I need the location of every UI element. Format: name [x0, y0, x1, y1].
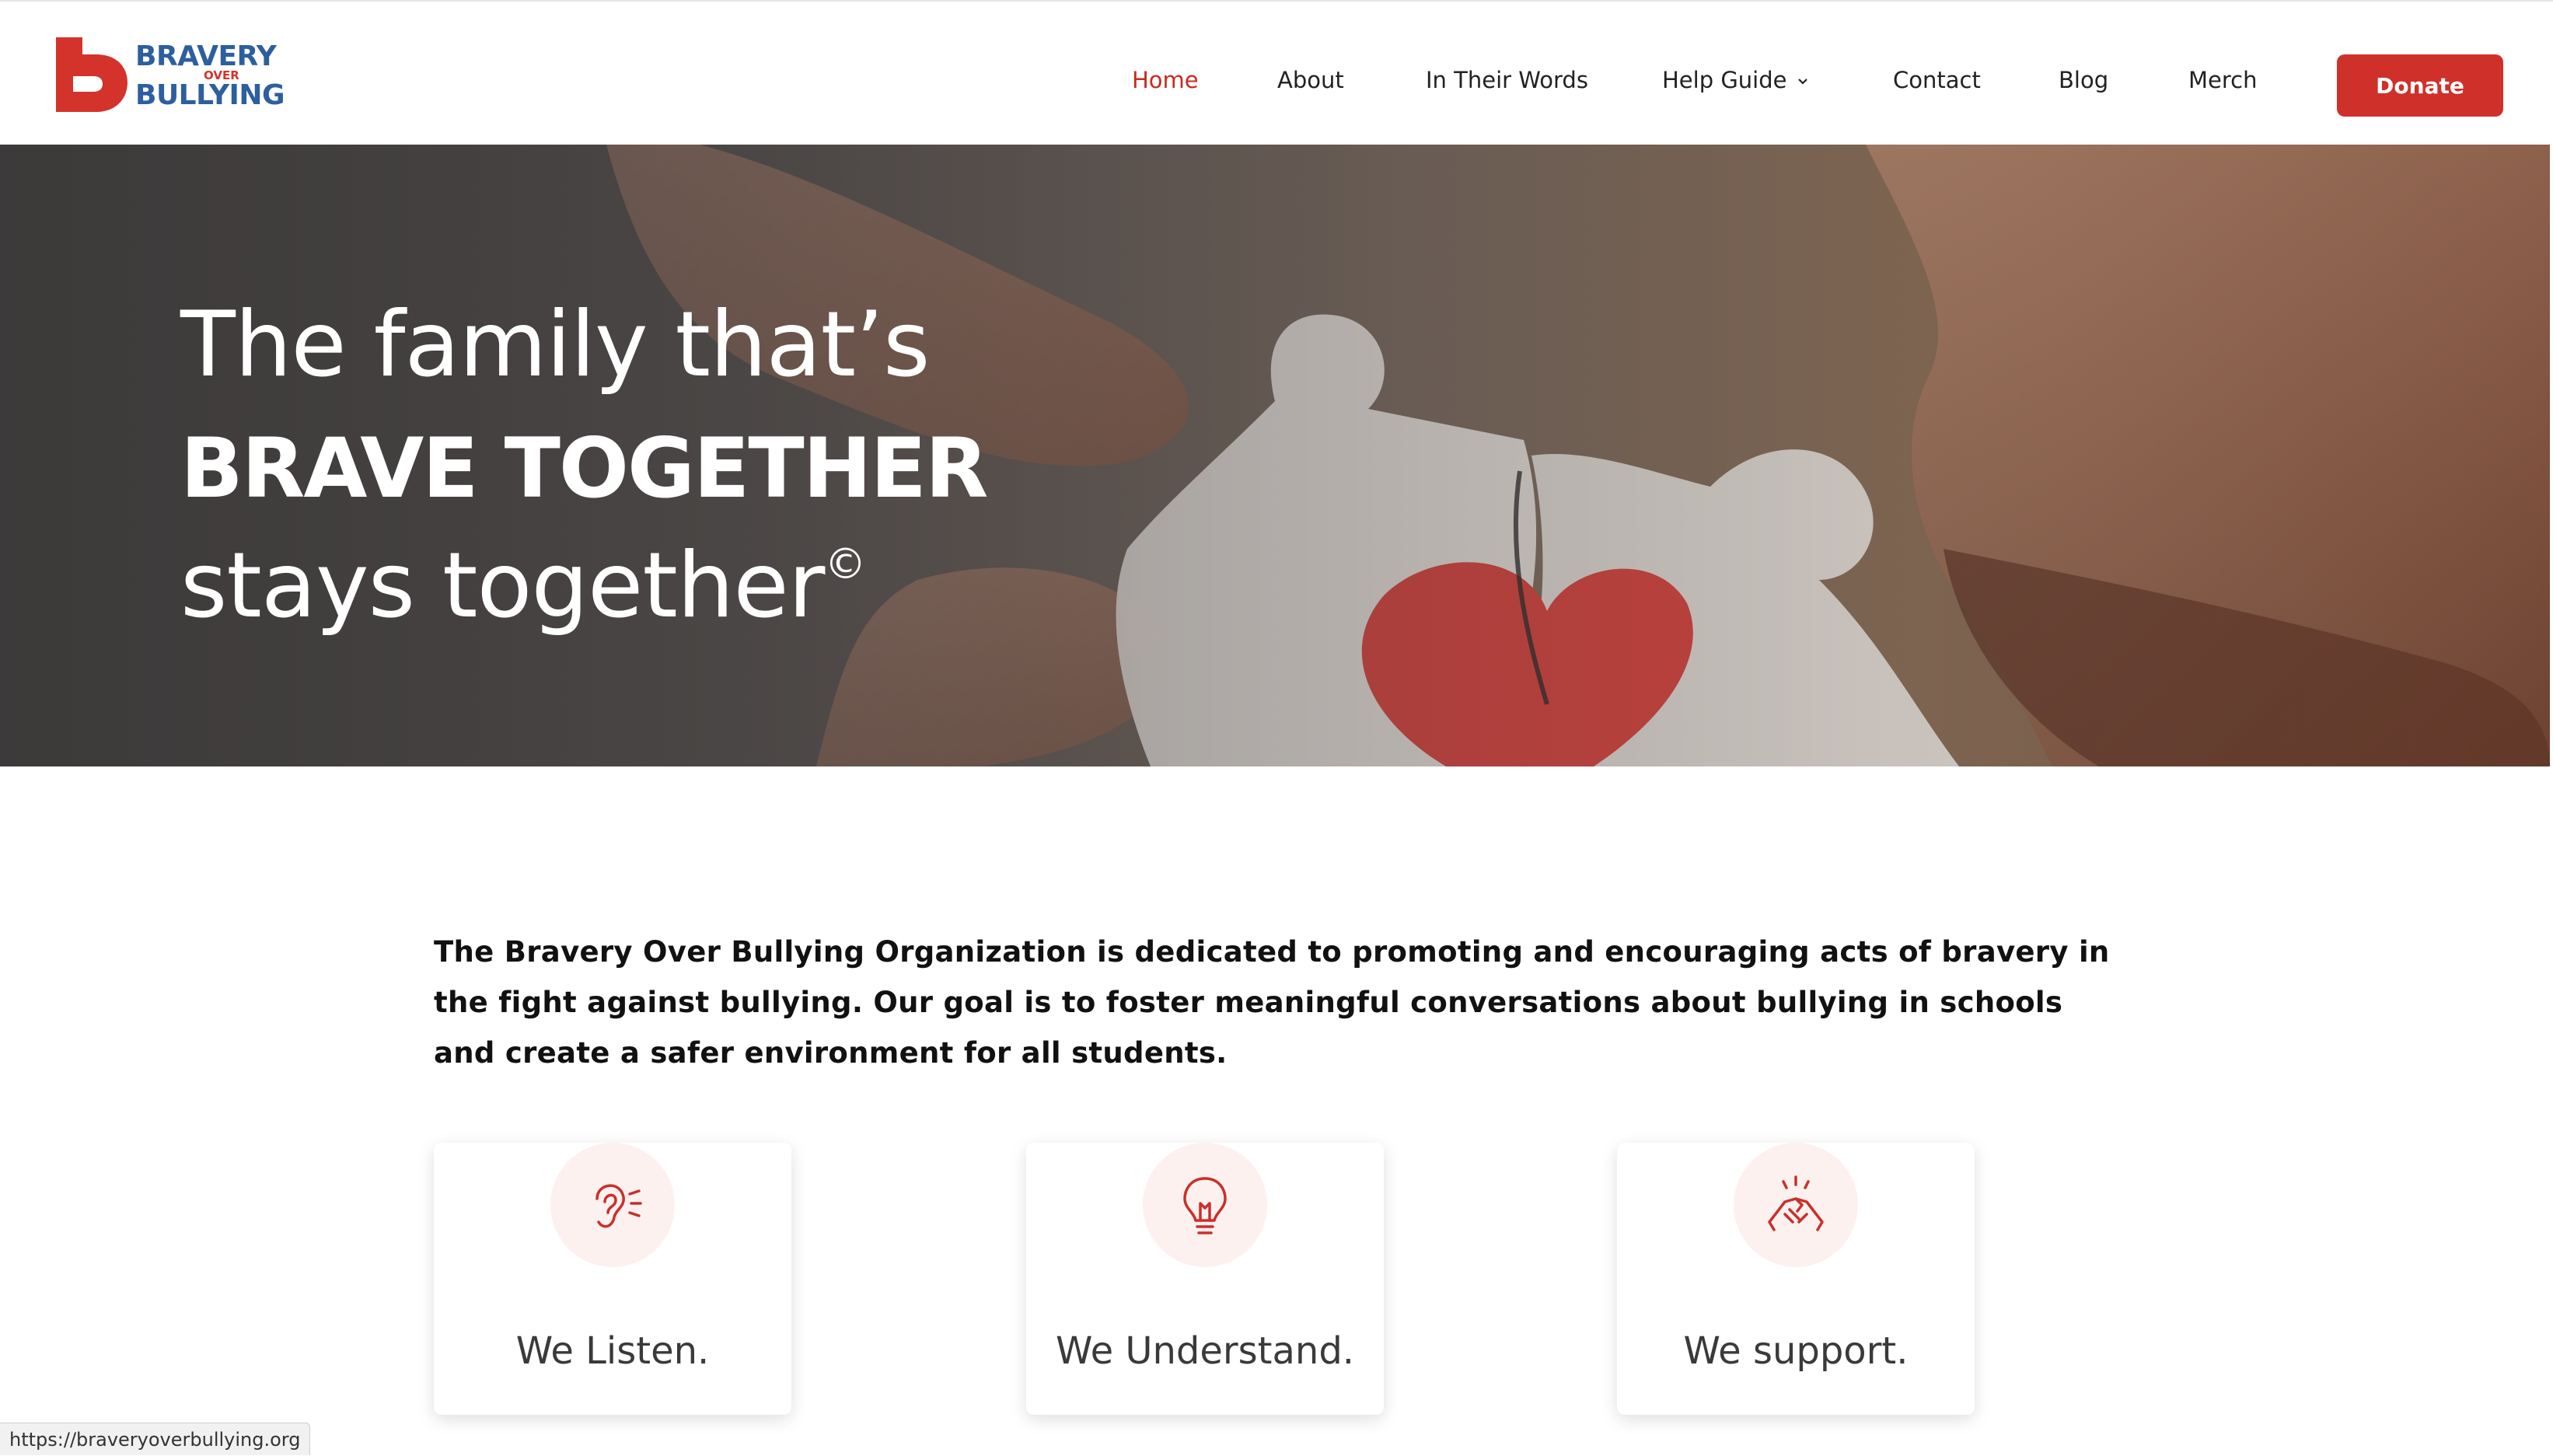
ear-icon [595, 1184, 642, 1228]
nav-contact[interactable]: Contact [1893, 67, 1981, 93]
card-we-listen: We Listen. [434, 1143, 791, 1415]
chevron-down-icon [1797, 79, 1807, 85]
hero-line-3: stays together© [180, 533, 866, 638]
nav-in-their-words[interactable]: In Their Words [1426, 67, 1588, 93]
hero-line-1: The family that’s [180, 292, 930, 397]
hero-line-3-text: stays together [180, 533, 825, 638]
hero-banner: The family that’s BRAVE TOGETHER stays t… [0, 145, 2550, 766]
card-we-support: We support. [1617, 1143, 1975, 1415]
nav-blog[interactable]: Blog [2059, 67, 2108, 93]
card-icon-circle [550, 1143, 675, 1267]
card-label: We support. [1683, 1329, 1909, 1373]
card-label: We Understand. [1055, 1329, 1355, 1373]
nav-help-guide-label: Help Guide [1662, 67, 1787, 93]
card-we-understand: We Understand. [1026, 1143, 1384, 1415]
intro-paragraph: The Bravery Over Bullying Organization i… [434, 935, 2110, 1070]
lightbulb-icon [1183, 1177, 1227, 1234]
nav-home[interactable]: Home [1132, 67, 1199, 93]
browser-status-url: https://braveryoverbullying.org [0, 1423, 311, 1455]
site-header: BRAVERY OVER BULLYING Home About In Thei… [0, 0, 2553, 145]
copyright-mark: © [824, 539, 866, 588]
nav-about[interactable]: About [1277, 67, 1344, 93]
hero-line-2: BRAVE TOGETHER [180, 421, 988, 516]
card-label: We Listen. [515, 1329, 710, 1373]
donate-button[interactable]: Donate [2337, 54, 2503, 117]
handshake-icon [1768, 1175, 1824, 1231]
nav-merch[interactable]: Merch [2188, 67, 2257, 93]
card-icon-circle [1143, 1143, 1267, 1267]
nav-help-guide[interactable]: Help Guide [1662, 67, 1809, 93]
card-icon-circle [1734, 1143, 1858, 1267]
main-nav: Home About In Their Words Help Guide Con… [0, 2, 2553, 146]
